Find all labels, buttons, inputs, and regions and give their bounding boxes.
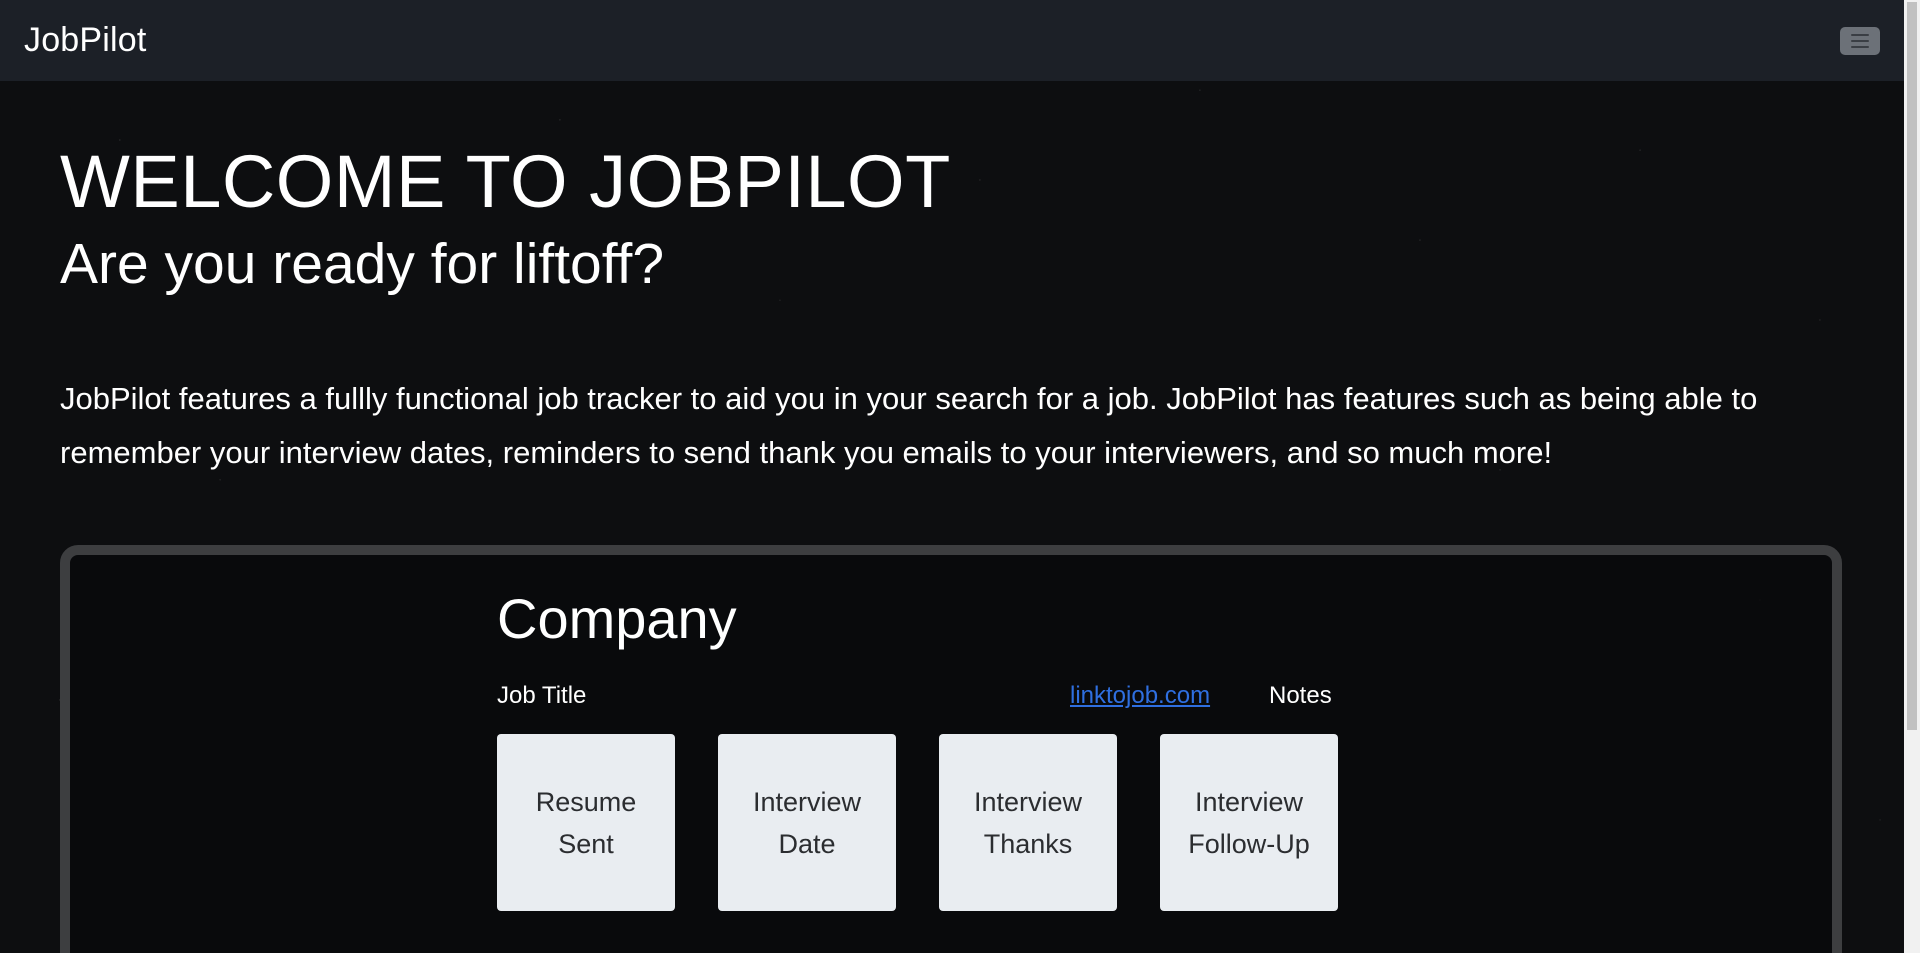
- page-scrollbar[interactable]: [1904, 0, 1920, 953]
- step-interview-date[interactable]: Interview Date: [718, 734, 896, 912]
- job-link[interactable]: linktojob.com: [1070, 682, 1210, 710]
- step-interview-follow-up[interactable]: Interview Follow-Up: [1160, 734, 1338, 912]
- navbar: JobPilot: [0, 0, 1904, 81]
- notes-button[interactable]: Notes: [1269, 682, 1332, 710]
- step-label-line2: Thanks: [983, 828, 1073, 859]
- step-label-line1: Interview: [973, 786, 1083, 817]
- page-title: WELCOME TO JOBPILOT: [60, 140, 951, 223]
- hamburger-icon: [1851, 33, 1869, 48]
- scrollbar-thumb[interactable]: [1907, 2, 1917, 730]
- step-label-line2: Date: [778, 828, 836, 859]
- navbar-toggler-button[interactable]: [1840, 26, 1880, 55]
- step-interview-thanks[interactable]: Interview Thanks: [939, 734, 1117, 912]
- job-meta-row: Job Title linktojob.com Notes: [497, 682, 1357, 712]
- step-resume-sent[interactable]: Resume Sent: [497, 734, 675, 912]
- progress-steps: Resume Sent Interview Date Interview Tha…: [497, 734, 1357, 914]
- brand-link[interactable]: JobPilot: [24, 21, 147, 60]
- job-title: Job Title: [497, 682, 587, 710]
- step-label-line2: Sent: [558, 828, 614, 859]
- step-label-line2: Follow-Up: [1188, 828, 1310, 859]
- step-label-line1: Resume: [535, 786, 637, 817]
- intro-paragraph: JobPilot features a fullly functional jo…: [60, 380, 1758, 470]
- step-label-line1: Interview: [1194, 786, 1304, 817]
- company-name: Company: [497, 587, 737, 650]
- job-card-preview: Company Job Title linktojob.com Notes Re…: [60, 545, 1842, 953]
- step-label-line1: Interview: [752, 786, 862, 817]
- page-subtitle: Are you ready for liftoff?: [60, 232, 665, 296]
- hero-section: WELCOME TO JOBPILOT Are you ready for li…: [60, 81, 1860, 480]
- job-card: Company Job Title linktojob.com Notes Re…: [497, 585, 1357, 914]
